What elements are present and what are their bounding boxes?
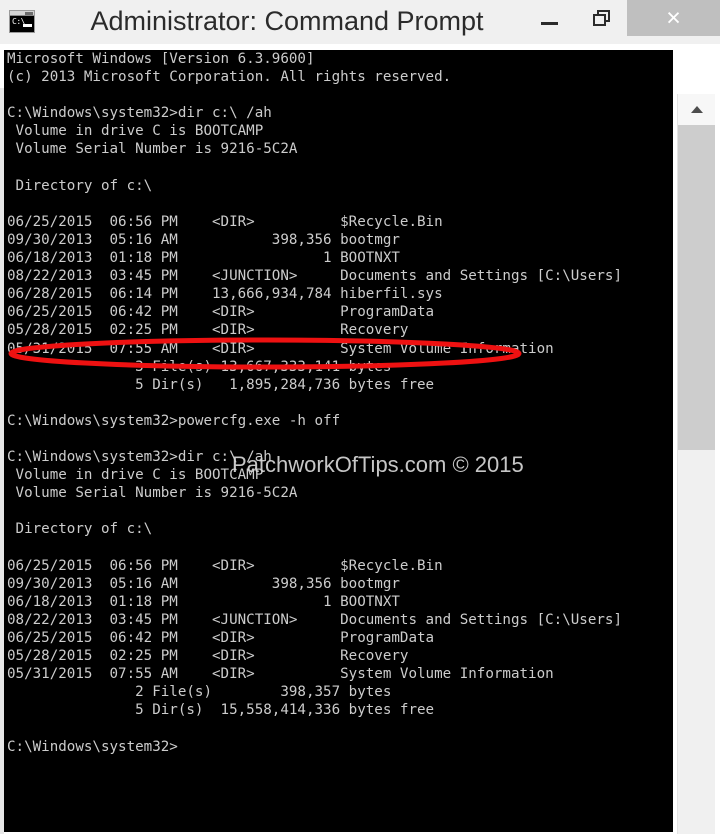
- title-bar[interactable]: C:\ Administrator: Command Prompt ×: [0, 0, 720, 44]
- chevron-up-icon: [690, 106, 703, 113]
- command-prompt-icon: C:\: [9, 10, 35, 33]
- console-output-area[interactable]: Microsoft Windows [Version 6.3.9600] (c)…: [4, 50, 673, 832]
- maximize-button[interactable]: [578, 0, 625, 36]
- minimize-button[interactable]: [526, 0, 573, 36]
- close-button[interactable]: ×: [627, 0, 720, 36]
- console-text: Microsoft Windows [Version 6.3.9600] (c)…: [7, 51, 622, 755]
- command-prompt-window: C:\ Administrator: Command Prompt × Micr…: [0, 0, 720, 834]
- icon-buttons: [25, 12, 33, 15]
- scroll-up-arrow[interactable]: [678, 94, 715, 125]
- window-client-area: Microsoft Windows [Version 6.3.9600] (c)…: [0, 44, 720, 834]
- restore-icon: [592, 10, 611, 26]
- icon-titlebar-strip: [10, 11, 34, 16]
- window-border-right: [715, 88, 720, 834]
- icon-cursor: [23, 24, 32, 27]
- vertical-scrollbar[interactable]: [677, 94, 715, 834]
- watermark-text: PatchworkOfTips.com © 2015: [232, 452, 524, 477]
- scrollbar-thumb[interactable]: [678, 125, 715, 450]
- window-title: Administrator: Command Prompt: [90, 6, 484, 36]
- minimize-icon: [541, 21, 558, 25]
- close-icon: ×: [666, 3, 681, 32]
